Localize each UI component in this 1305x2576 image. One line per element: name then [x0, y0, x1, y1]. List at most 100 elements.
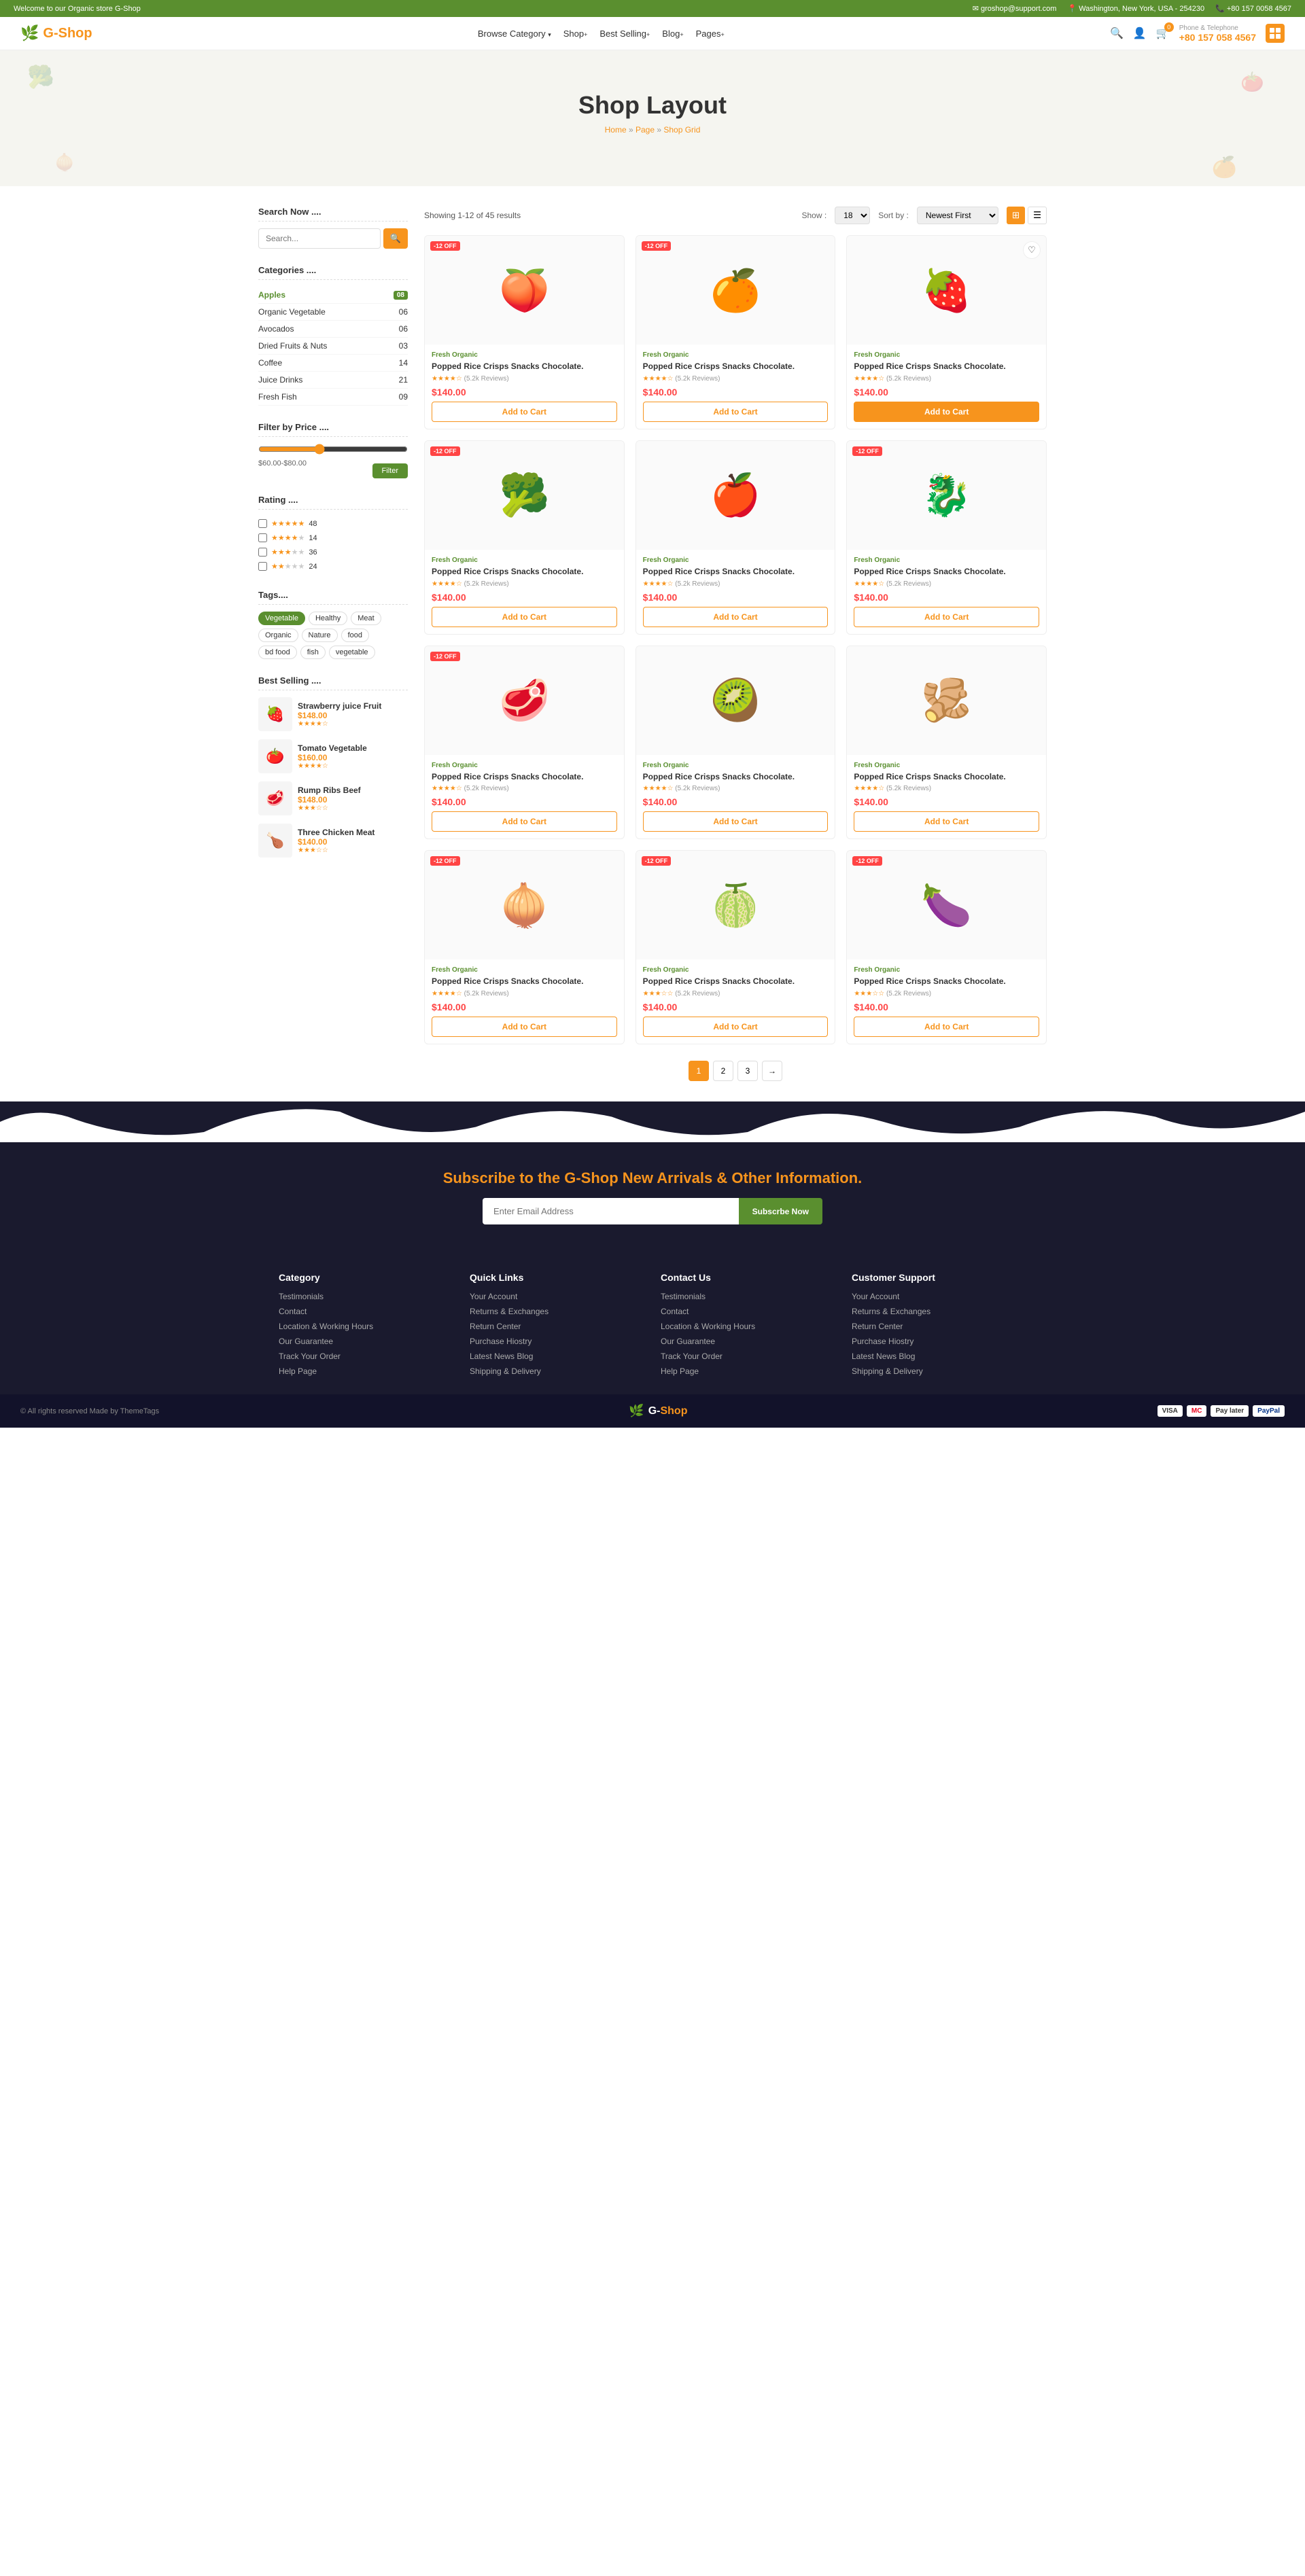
nav-bestselling[interactable]: Best Selling+ [599, 29, 650, 39]
footer-link[interactable]: Returns & Exchanges [852, 1307, 930, 1316]
footer-link[interactable]: Return Center [852, 1322, 903, 1331]
nav-blog[interactable]: Blog+ [662, 29, 683, 39]
footer-link[interactable]: Returns & Exchanges [470, 1307, 549, 1316]
off-badge: -12 OFF [430, 241, 460, 251]
grid-view-button[interactable]: ⊞ [1007, 207, 1025, 224]
tag-item[interactable]: bd food [258, 646, 297, 659]
footer-link[interactable]: Shipping & Delivery [852, 1366, 923, 1376]
logo[interactable]: 🌿 G-Shop [20, 24, 92, 42]
add-to-cart-button[interactable]: Add to Cart [643, 402, 829, 422]
footer-link[interactable]: Location & Working Hours [661, 1322, 755, 1331]
nav-pages[interactable]: Pages+ [696, 29, 725, 39]
footer-link[interactable]: Latest News Blog [852, 1352, 915, 1361]
rating-checkbox[interactable] [258, 562, 267, 571]
off-badge: -12 OFF [430, 652, 460, 661]
footer-link[interactable]: Contact [279, 1307, 307, 1316]
bestselling-price: $148.00 [298, 711, 381, 720]
product-label: Fresh Organic [432, 351, 617, 359]
footer-link[interactable]: Track Your Order [661, 1352, 723, 1361]
footer-link[interactable]: Latest News Blog [470, 1352, 533, 1361]
product-card: 🥝 Fresh Organic Popped Rice Crisps Snack… [636, 646, 836, 840]
price-range-slider[interactable] [258, 444, 408, 455]
add-to-cart-button[interactable]: Add to Cart [432, 811, 617, 832]
footer-link[interactable]: Shipping & Delivery [470, 1366, 541, 1376]
tag-item[interactable]: fish [300, 646, 326, 659]
product-info: Fresh Organic Popped Rice Crisps Snacks … [847, 959, 1046, 1044]
footer-link[interactable]: Testimonials [279, 1292, 324, 1301]
rating-checkbox[interactable] [258, 519, 267, 528]
category-item[interactable]: Fresh Fish09 [258, 389, 408, 406]
bestselling-name: Rump Ribs Beef [298, 786, 361, 795]
footer-col-title: Quick Links [470, 1272, 644, 1283]
add-to-cart-button[interactable]: Add to Cart [643, 811, 829, 832]
list-view-button[interactable]: ☰ [1028, 207, 1047, 224]
add-to-cart-button[interactable]: Add to Cart [432, 1017, 617, 1037]
page-button-1[interactable]: 1 [689, 1061, 709, 1081]
category-item[interactable]: Juice Drinks21 [258, 372, 408, 389]
subscribe-button[interactable]: Subscrbe Now [739, 1198, 822, 1224]
footer-link[interactable]: Our Guarantee [279, 1337, 333, 1346]
email-input[interactable] [483, 1198, 739, 1224]
footer-link[interactable]: Purchase Hiostry [852, 1337, 914, 1346]
category-item[interactable]: Apples08 [258, 287, 408, 304]
rating-checkbox[interactable] [258, 548, 267, 557]
paylater-icon: Pay later [1211, 1405, 1249, 1417]
tag-item[interactable]: food [341, 629, 369, 642]
footer-link[interactable]: Help Page [279, 1366, 317, 1376]
footer-link[interactable]: Your Account [470, 1292, 517, 1301]
category-item[interactable]: Avocados06 [258, 321, 408, 338]
add-to-cart-button[interactable]: Add to Cart [854, 402, 1039, 422]
tag-item[interactable]: Vegetable [258, 612, 305, 625]
search-icon[interactable]: 🔍 [1110, 27, 1124, 40]
page-button-2[interactable]: 2 [713, 1061, 733, 1081]
footer-link[interactable]: Purchase Hiostry [470, 1337, 532, 1346]
add-to-cart-button[interactable]: Add to Cart [854, 607, 1039, 627]
product-label: Fresh Organic [432, 557, 617, 564]
tag-item[interactable]: Meat [351, 612, 381, 625]
add-to-cart-button[interactable]: Add to Cart [432, 607, 617, 627]
footer-link[interactable]: Help Page [661, 1366, 699, 1376]
tag-item[interactable]: Organic [258, 629, 298, 642]
footer-link[interactable]: Return Center [470, 1322, 521, 1331]
rating-item: ★★★★★14 [258, 531, 408, 545]
product-info: Fresh Organic Popped Rice Crisps Snacks … [636, 959, 835, 1044]
product-stars: ★★★★☆ (5.2k Reviews) [643, 375, 829, 383]
tag-item[interactable]: Nature [302, 629, 338, 642]
nav-browse[interactable]: Browse Category ▾ [478, 29, 551, 39]
user-icon[interactable]: 👤 [1133, 27, 1147, 40]
tag-item[interactable]: Healthy [309, 612, 347, 625]
tag-item[interactable]: vegetable [329, 646, 375, 659]
wishlist-button[interactable]: ♡ [1023, 241, 1041, 259]
footer-link[interactable]: Our Guarantee [661, 1337, 715, 1346]
product-card: -12 OFF 🐉 Fresh Organic Popped Rice Cris… [846, 440, 1047, 635]
show-label: Show : [802, 211, 827, 220]
add-to-cart-button[interactable]: Add to Cart [854, 811, 1039, 832]
product-stars: ★★★★☆ (5.2k Reviews) [643, 580, 829, 588]
category-item[interactable]: Coffee14 [258, 355, 408, 372]
category-item[interactable]: Dried Fruits & Nuts03 [258, 338, 408, 355]
footer-link[interactable]: Contact [661, 1307, 689, 1316]
page-button-3[interactable]: 3 [737, 1061, 758, 1081]
search-input[interactable] [258, 228, 381, 249]
page-button-next[interactable]: → [762, 1061, 782, 1081]
product-grid: -12 OFF 🍑 Fresh Organic Popped Rice Cris… [424, 235, 1047, 1044]
product-card: -12 OFF 🍈 Fresh Organic Popped Rice Cris… [636, 850, 836, 1044]
add-to-cart-button[interactable]: Add to Cart [432, 402, 617, 422]
category-item[interactable]: Organic Vegetable06 [258, 304, 408, 321]
filter-button[interactable]: Filter [372, 463, 408, 478]
product-image: -12 OFF 🥦 [425, 441, 624, 550]
rating-checkbox[interactable] [258, 533, 267, 542]
nav-shop[interactable]: Shop+ [563, 29, 588, 39]
add-to-cart-button[interactable]: Add to Cart [854, 1017, 1039, 1037]
show-select[interactable]: 182436 [835, 207, 870, 224]
search-button[interactable]: 🔍 [383, 228, 408, 249]
footer-link[interactable]: Your Account [852, 1292, 899, 1301]
footer-link[interactable]: Location & Working Hours [279, 1322, 373, 1331]
footer-link[interactable]: Track Your Order [279, 1352, 341, 1361]
add-to-cart-button[interactable]: Add to Cart [643, 607, 829, 627]
grid-menu-icon[interactable] [1266, 24, 1285, 43]
add-to-cart-button[interactable]: Add to Cart [643, 1017, 829, 1037]
footer-link[interactable]: Testimonials [661, 1292, 706, 1301]
sort-select[interactable]: Newest FirstPrice Low-HighPrice High-Low [917, 207, 998, 224]
cart-icon[interactable]: 🛒0 [1156, 27, 1170, 40]
